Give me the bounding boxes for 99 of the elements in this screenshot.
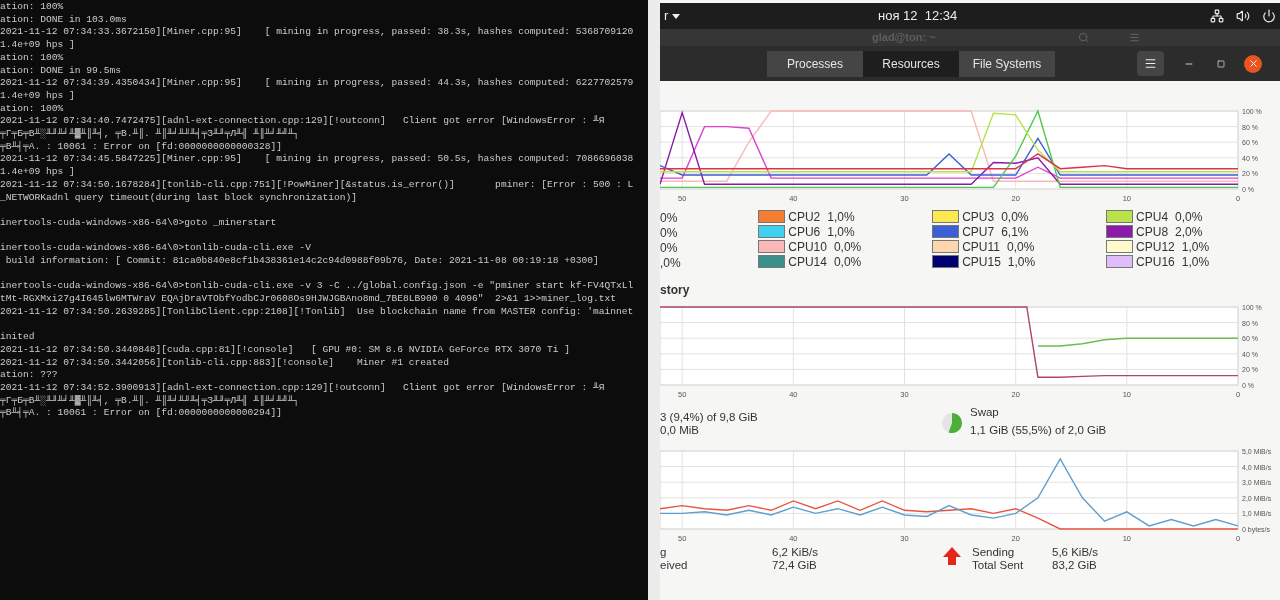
legend-swatch[interactable]: [932, 240, 960, 253]
legend-value: 0,0%: [1001, 208, 1029, 226]
legend-swatch[interactable]: [1106, 255, 1134, 268]
terminal-line: ation: 100%: [0, 102, 64, 116]
terminal-line: ation: 100%: [0, 1, 64, 14]
legend-value: 2,0%: [1175, 223, 1203, 241]
terminal-line: 2021-11-12 07:34:50.1678284][tonlib-cli.cpp:751][!PowMiner][&status.is_error()] pminer: [Error : 500 : L: [0, 178, 634, 192]
app-menu-label[interactable]: r: [664, 6, 669, 26]
terminal-line: 2021-11-12 07:34:39.4350434][Miner.cpp:95] [ mining in progress, passed: 44.3s, hashes computed: 6227702579: [0, 77, 634, 90]
terminal-line: ╤Г╤Б╤В╨░╨╜╨╛╨▓╨║╨╡, ╤В.╨║. ╨║╨╛╨╜╨╡╤З╨╜╤Л╨╣ ╨║╨╛╨╝╨┐: [0, 128, 300, 141]
power-icon[interactable]: [1262, 9, 1276, 23]
legend-value: 0,0%: [1006, 238, 1035, 256]
receiving-rate: 6,2 KiB/s: [772, 546, 819, 559]
terminal-line: inited: [0, 330, 35, 344]
legend-swatch[interactable]: [932, 210, 960, 223]
legend-label: CPU15: [962, 253, 1001, 271]
legend-value: 0,0%: [1175, 208, 1203, 226]
total-sent-label: Total Sent: [972, 559, 1024, 572]
terminal-line: 2021-11-12 07:34:50.3442056][tonlib-cli.cpp:883][!console] Miner #1 created: [0, 356, 450, 370]
section-title: story: [660, 282, 690, 299]
legend-value: 0%: [660, 240, 678, 254]
legend-swatch[interactable]: [758, 225, 786, 238]
legend-swatch[interactable]: [932, 225, 960, 238]
view-tab[interactable]: Resources: [863, 50, 959, 77]
legend-label: CPU12: [1136, 238, 1175, 256]
legend-value: 1,0%: [827, 208, 855, 226]
terminal-line: 2021-11-12 07:34:50.2639285][TonlibClient.cpp:2108][!Tonlib] Use blockchain name from MASTER config: 'mainnet: [0, 305, 634, 319]
legend-label: CPU16: [1136, 253, 1175, 271]
legend-value: 0,0%: [833, 253, 862, 271]
legend-swatch[interactable]: [1106, 240, 1134, 253]
legend-swatch[interactable]: [932, 255, 960, 268]
memory-usage-text: 3 (9,4%) of 9,8 GiB: [660, 411, 758, 424]
terminal-line: _NETWORKadnl query timeout(during last block synchronization)]: [0, 191, 357, 205]
up-arrow-icon: [942, 546, 962, 566]
close-icon: [1247, 58, 1259, 69]
legend-swatch[interactable]: [1106, 210, 1134, 223]
total-sent-value: 83,2 GiB: [1052, 559, 1097, 572]
legend-value: 0%: [660, 210, 678, 224]
view-tab[interactable]: Processes: [767, 50, 863, 77]
menu-icon: [1144, 57, 1157, 70]
sending-label: Sending: [972, 546, 1015, 559]
legend-swatch[interactable]: [758, 255, 786, 268]
terminal-line: ╤Г╤Б╤В╨░╨╜╨╛╨▓╨║╨╡, ╤В.╨║. ╨║╨╛╨╜╨╡╤З╨╜╤Л╨╣ ╨║╨╛╨╝╨┐: [0, 394, 300, 407]
legend-swatch[interactable]: [758, 240, 786, 253]
legend-value: 1,0%: [1007, 253, 1036, 271]
terminal-line: 2021-11-12 07:34:52.3900913][adnl-ext-connection.cpp:129][!outconn] Client got error [WindowsError : ╨Я: [0, 382, 605, 394]
legend-value: 1,0%: [1181, 238, 1210, 256]
legend-label: CPU7: [962, 223, 995, 241]
network-icon[interactable]: [1210, 9, 1224, 23]
menu-button[interactable]: [1137, 51, 1164, 76]
terminal-line: inertools-cuda-windows-x86-64\0>tonlib-cuda-cli.exe -V: [0, 241, 311, 256]
terminal-line: ation: DONE in 103.0ms: [0, 13, 127, 27]
terminal-line: ation: 100%: [0, 51, 64, 65]
terminal-line: inertools-cuda-windows-x86-64\0>tonlib-cuda-cli.exe -v 3 -C ../global.config.json -e "pminer start kf-FV4QTxLl: [0, 279, 634, 294]
legend-value: 0%: [660, 225, 678, 239]
legend-value: ,0%: [660, 255, 681, 269]
legend-label: CPU4: [1136, 208, 1169, 226]
swap-usage-text: 1,1 GiB (55,5%) of 2,0 GiB: [970, 423, 1107, 438]
legend-value: 1,0%: [1181, 253, 1210, 271]
legend-label: CPU6: [788, 223, 821, 241]
close-button[interactable]: [1244, 54, 1262, 73]
total-received-value: 72,4 GiB: [772, 559, 817, 572]
terminal-line: 2021-11-12 07:34:33.3672150][Miner.cpp:95] [ mining in progress, passed: 38.3s, hashes computed: 5368709120: [0, 26, 634, 40]
terminal-line: ation: DONE in 99.5ms: [0, 64, 121, 78]
caret-icon: [672, 13, 681, 19]
legend-value: 1,0%: [827, 223, 855, 241]
legend-label: CPU8: [1136, 223, 1169, 241]
terminal-line: ╤В╨╡╤А. : 10061 : Error on [fd:0000000000000328]]: [0, 140, 283, 154]
terminal-line: 1.4e+09 hps ]: [0, 89, 75, 103]
terminal-line: 2021-11-12 07:34:45.5847225][Miner.cpp:95] [ mining in progress, passed: 50.5s, hashes computed: 7086696038: [0, 153, 634, 167]
terminal-line: 1.4e+09 hps ]: [0, 39, 75, 52]
legend-swatch[interactable]: [1106, 225, 1134, 238]
legend-label: CPU10: [788, 238, 827, 256]
legend-value: 0,0%: [833, 238, 862, 256]
terminal-line: inertools-cuda-windows-x86-64\0>goto _minerstart: [0, 215, 277, 230]
legend-label: CPU3: [962, 208, 995, 226]
swap-label: Swap: [970, 405, 999, 420]
legend-label: CPU14: [788, 253, 827, 271]
legend-swatch[interactable]: [758, 210, 786, 223]
legend-label: CPU2: [788, 208, 821, 226]
terminal-line: 1.4e+09 hps ]: [0, 166, 75, 179]
terminal-line: ╤В╨╡╤А. : 10061 : Error on [fd:0000000000000294]]: [0, 407, 283, 421]
receiving-label: g: [660, 546, 667, 559]
terminal-line: tMt-RGXMxi27g4I645lw6MTWraV EQAjDraVTObfYodbCJr0608Os9HJWJGBAno8md_7BE8LB900 0 4096" 2>&1 1>>miner_log.txt: [0, 293, 617, 306]
cache-usage-text: 0,0 MiB: [660, 424, 699, 437]
terminal-line: build information: [ Commit: 81ca0b840e8cf1b438361e14c2c94d0988f09b76, Date: 2021-11-08 00:19:18 +0300]: [4, 255, 599, 268]
total-received-label: eived: [660, 559, 688, 572]
view-tab[interactable]: File Systems: [959, 50, 1055, 77]
clock[interactable]: ноя 12 12:34: [878, 6, 958, 26]
terminal-line: ation: ???: [0, 369, 58, 383]
sending-rate: 5,6 KiB/s: [1052, 546, 1099, 559]
search-icon: [1078, 32, 1089, 43]
terminal-line: 2021-11-12 07:34:40.7472475][adnl-ext-connection.cpp:129][!outconn] Client got error [WindowsError : ╨Я: [0, 115, 605, 127]
legend-label: CPU11: [962, 238, 1000, 256]
legend-value: 6,1%: [1001, 223, 1029, 241]
maximize-icon: [1217, 59, 1225, 68]
volume-icon[interactable]: [1236, 9, 1250, 23]
menu-icon: [1129, 32, 1140, 43]
terminal-line: 2021-11-12 07:34:50.3440848][cuda.cpp:81][!console] [ GPU #0: SM 8.6 NVIDIA GeForce RTX 3070 Ti ]: [0, 343, 570, 357]
